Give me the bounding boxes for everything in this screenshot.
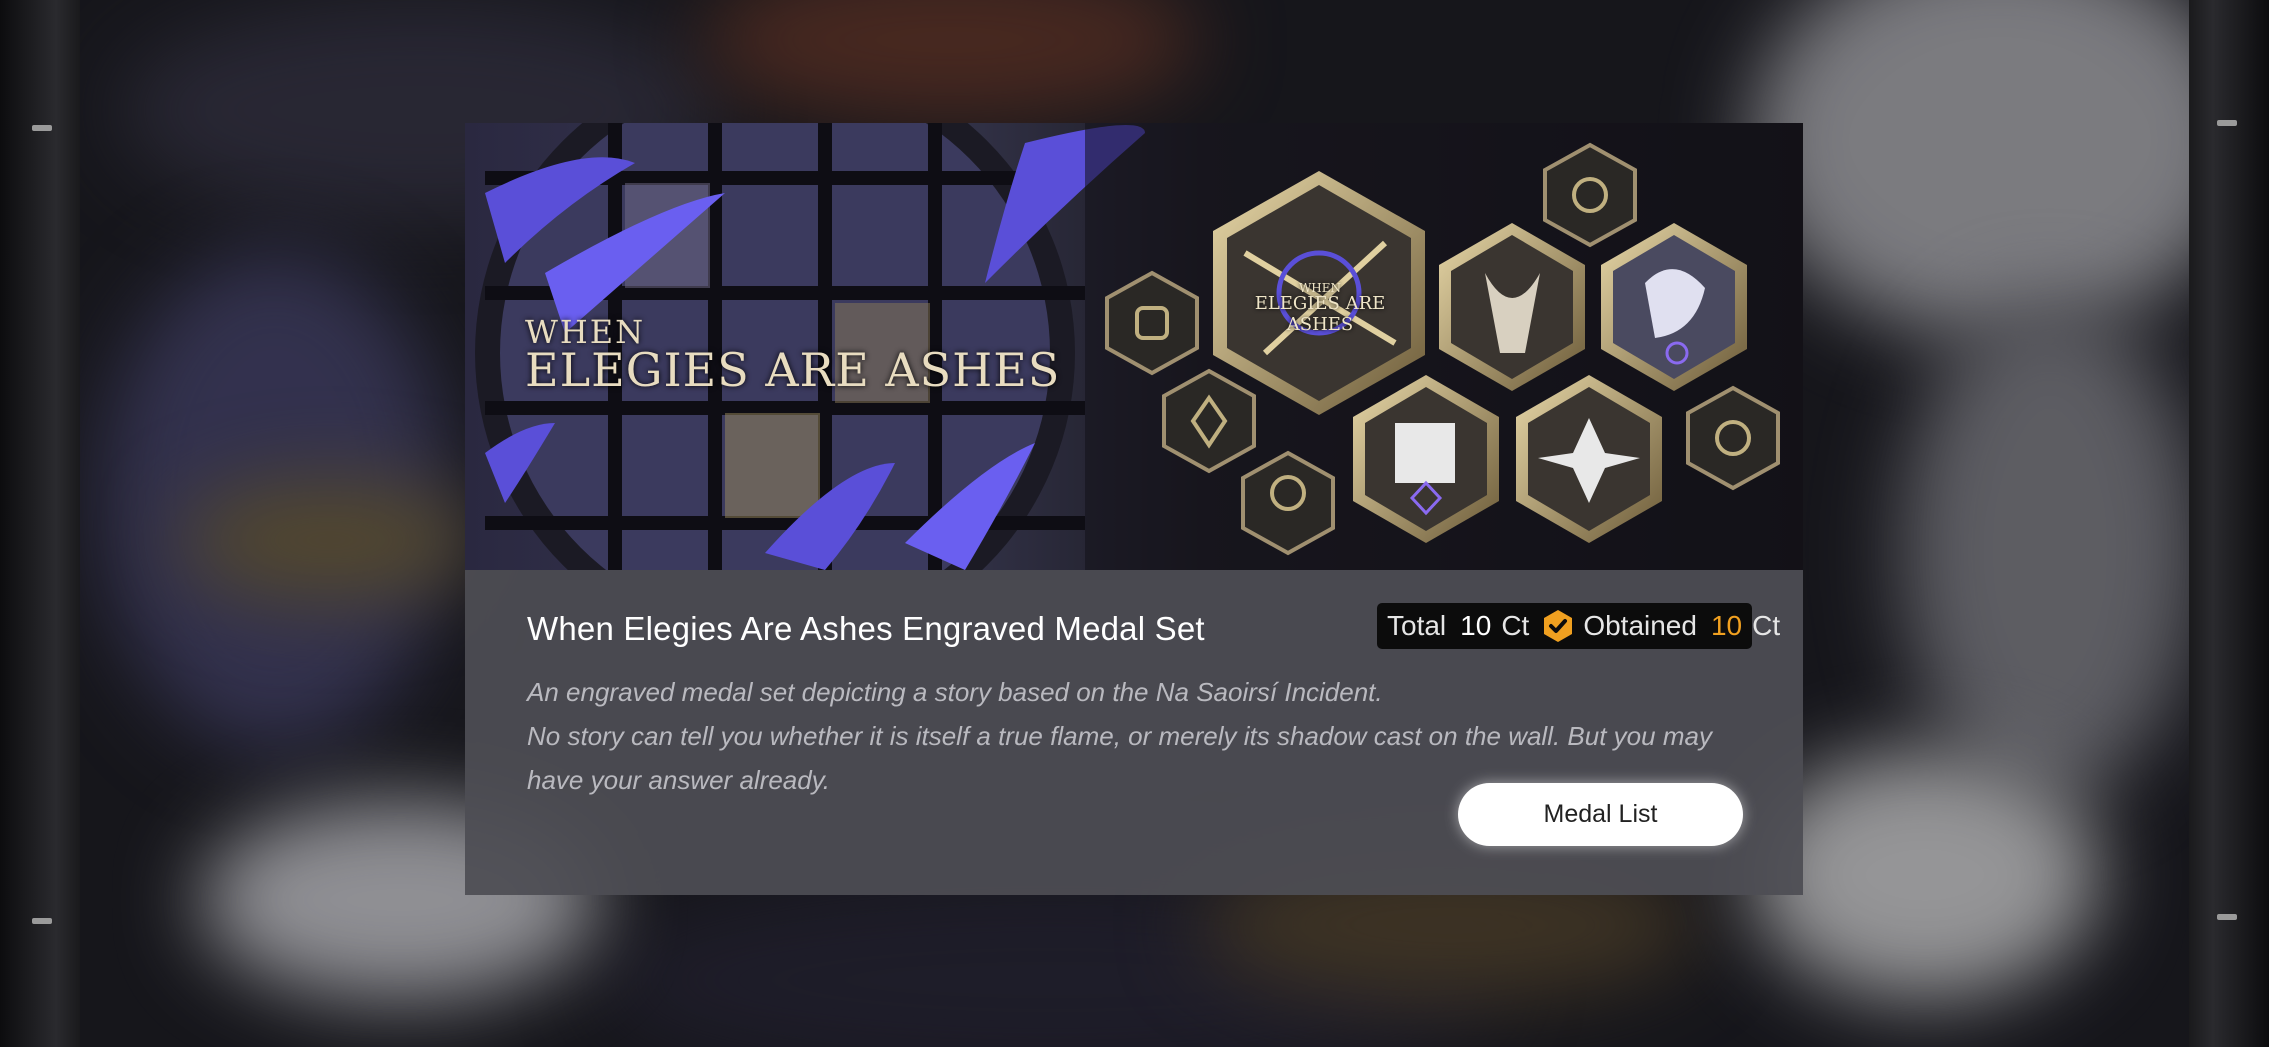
- medal-set-info: When Elegies Are Ashes Engraved Medal Se…: [465, 570, 1803, 895]
- total-count: 10: [1460, 610, 1492, 641]
- description-line-1: An engraved medal set depicting a story …: [527, 677, 1383, 707]
- obtained-unit: Ct: [1752, 610, 1781, 641]
- medal-count-badge: Total 10 Ct Obtained 10 Ct: [1377, 603, 1780, 649]
- medal-set-banner: WHEN ELEGIES ARE ASHES WHEN ELEGIES ARE …: [465, 123, 1803, 570]
- total-unit: Ct: [1501, 610, 1530, 641]
- medal-logo-text: WHEN ELEGIES ARE ASHES: [1254, 281, 1386, 335]
- obtained-label: Obtained: [1583, 610, 1697, 641]
- medal-small-4[interactable]: [1543, 142, 1637, 248]
- medal-small-5[interactable]: [1686, 385, 1780, 491]
- total-label: Total: [1387, 610, 1447, 641]
- hexagon-check-icon: [1543, 609, 1573, 643]
- obtained-count: 10: [1710, 610, 1743, 641]
- medal-set-title: When Elegies Are Ashes Engraved Medal Se…: [527, 610, 1205, 647]
- medal-medium-4[interactable]: [1516, 375, 1662, 543]
- medal-list-button[interactable]: Medal List: [1458, 783, 1743, 846]
- medal-medium-3[interactable]: [1353, 375, 1499, 543]
- medal-medium-2[interactable]: [1601, 223, 1747, 391]
- medal-small-2[interactable]: [1162, 368, 1256, 474]
- medal-set-panel: WHEN ELEGIES ARE ASHES WHEN ELEGIES ARE …: [465, 123, 1803, 895]
- left-frame: [0, 0, 80, 1047]
- medal-small-1[interactable]: [1105, 270, 1199, 376]
- medal-small-3[interactable]: [1241, 450, 1335, 556]
- medal-medium-1[interactable]: [1439, 223, 1585, 391]
- right-frame: [2189, 0, 2269, 1047]
